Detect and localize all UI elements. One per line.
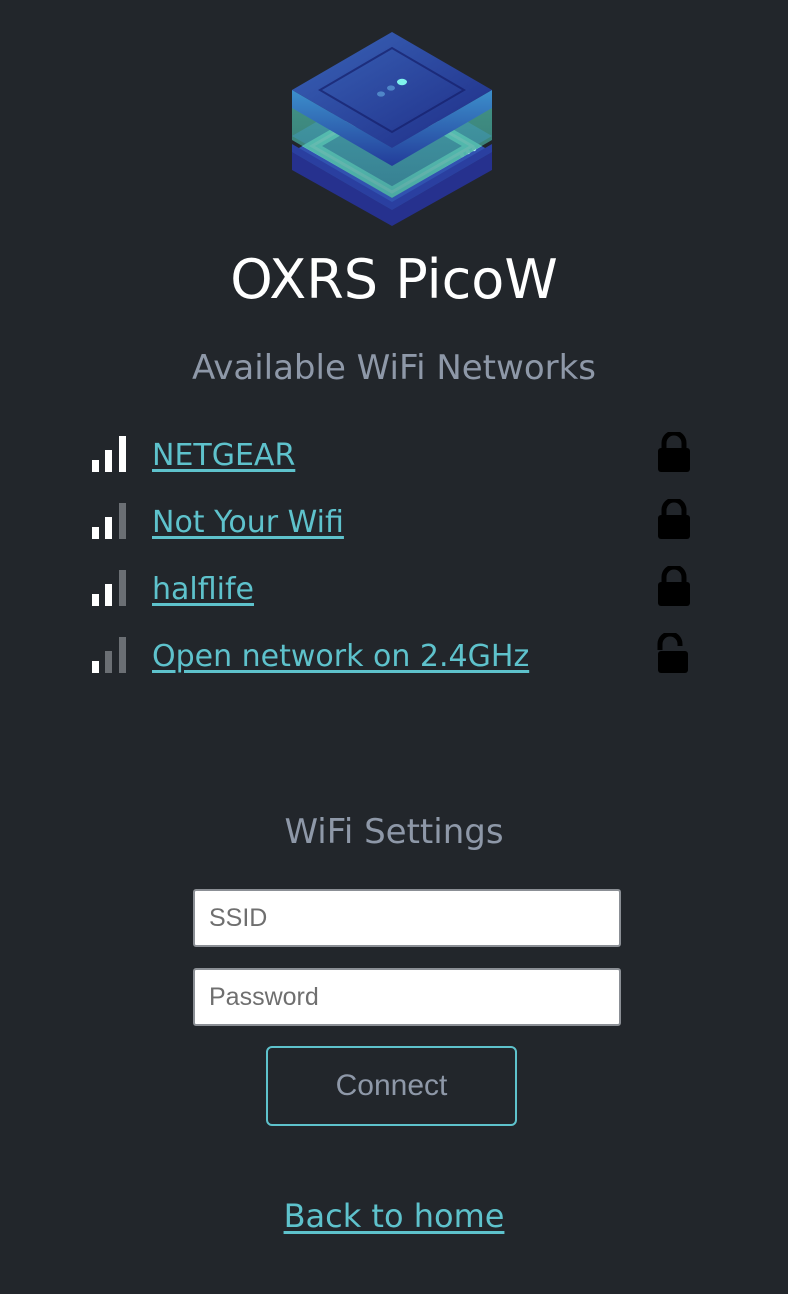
network-row: Not Your Wifi bbox=[90, 495, 700, 562]
password-input[interactable] bbox=[193, 968, 621, 1026]
wifi-setup-page: OXRS PicoW Available WiFi Networks NETGE… bbox=[0, 0, 788, 1294]
network-link[interactable]: NETGEAR bbox=[152, 436, 295, 476]
back-to-home-container: Back to home bbox=[0, 1196, 788, 1236]
network-list: NETGEAR Not Your Wifi halflife Open netw… bbox=[90, 428, 700, 696]
signal-strength-icon bbox=[92, 637, 130, 673]
network-row: NETGEAR bbox=[90, 428, 700, 495]
signal-strength-icon bbox=[92, 436, 130, 472]
signal-strength-icon bbox=[92, 570, 130, 606]
network-row: halflife bbox=[90, 562, 700, 629]
app-title: OXRS PicoW bbox=[230, 248, 558, 311]
network-link[interactable]: Open network on 2.4GHz bbox=[152, 637, 529, 677]
network-link[interactable]: halflife bbox=[152, 570, 254, 610]
networks-heading: Available WiFi Networks bbox=[191, 348, 597, 388]
connect-button[interactable]: Connect bbox=[266, 1046, 517, 1126]
settings-heading: WiFi Settings bbox=[284, 812, 504, 852]
ssid-input[interactable] bbox=[193, 889, 621, 947]
unlocked-icon bbox=[657, 633, 688, 673]
lock-icon bbox=[658, 566, 690, 606]
lock-icon bbox=[658, 432, 690, 472]
lock-icon bbox=[658, 499, 690, 539]
network-row: Open network on 2.4GHz bbox=[90, 629, 700, 696]
signal-strength-icon bbox=[92, 503, 130, 539]
network-link[interactable]: Not Your Wifi bbox=[152, 503, 344, 543]
back-to-home-link[interactable]: Back to home bbox=[284, 1197, 505, 1235]
device-logo-icon bbox=[292, 32, 492, 226]
